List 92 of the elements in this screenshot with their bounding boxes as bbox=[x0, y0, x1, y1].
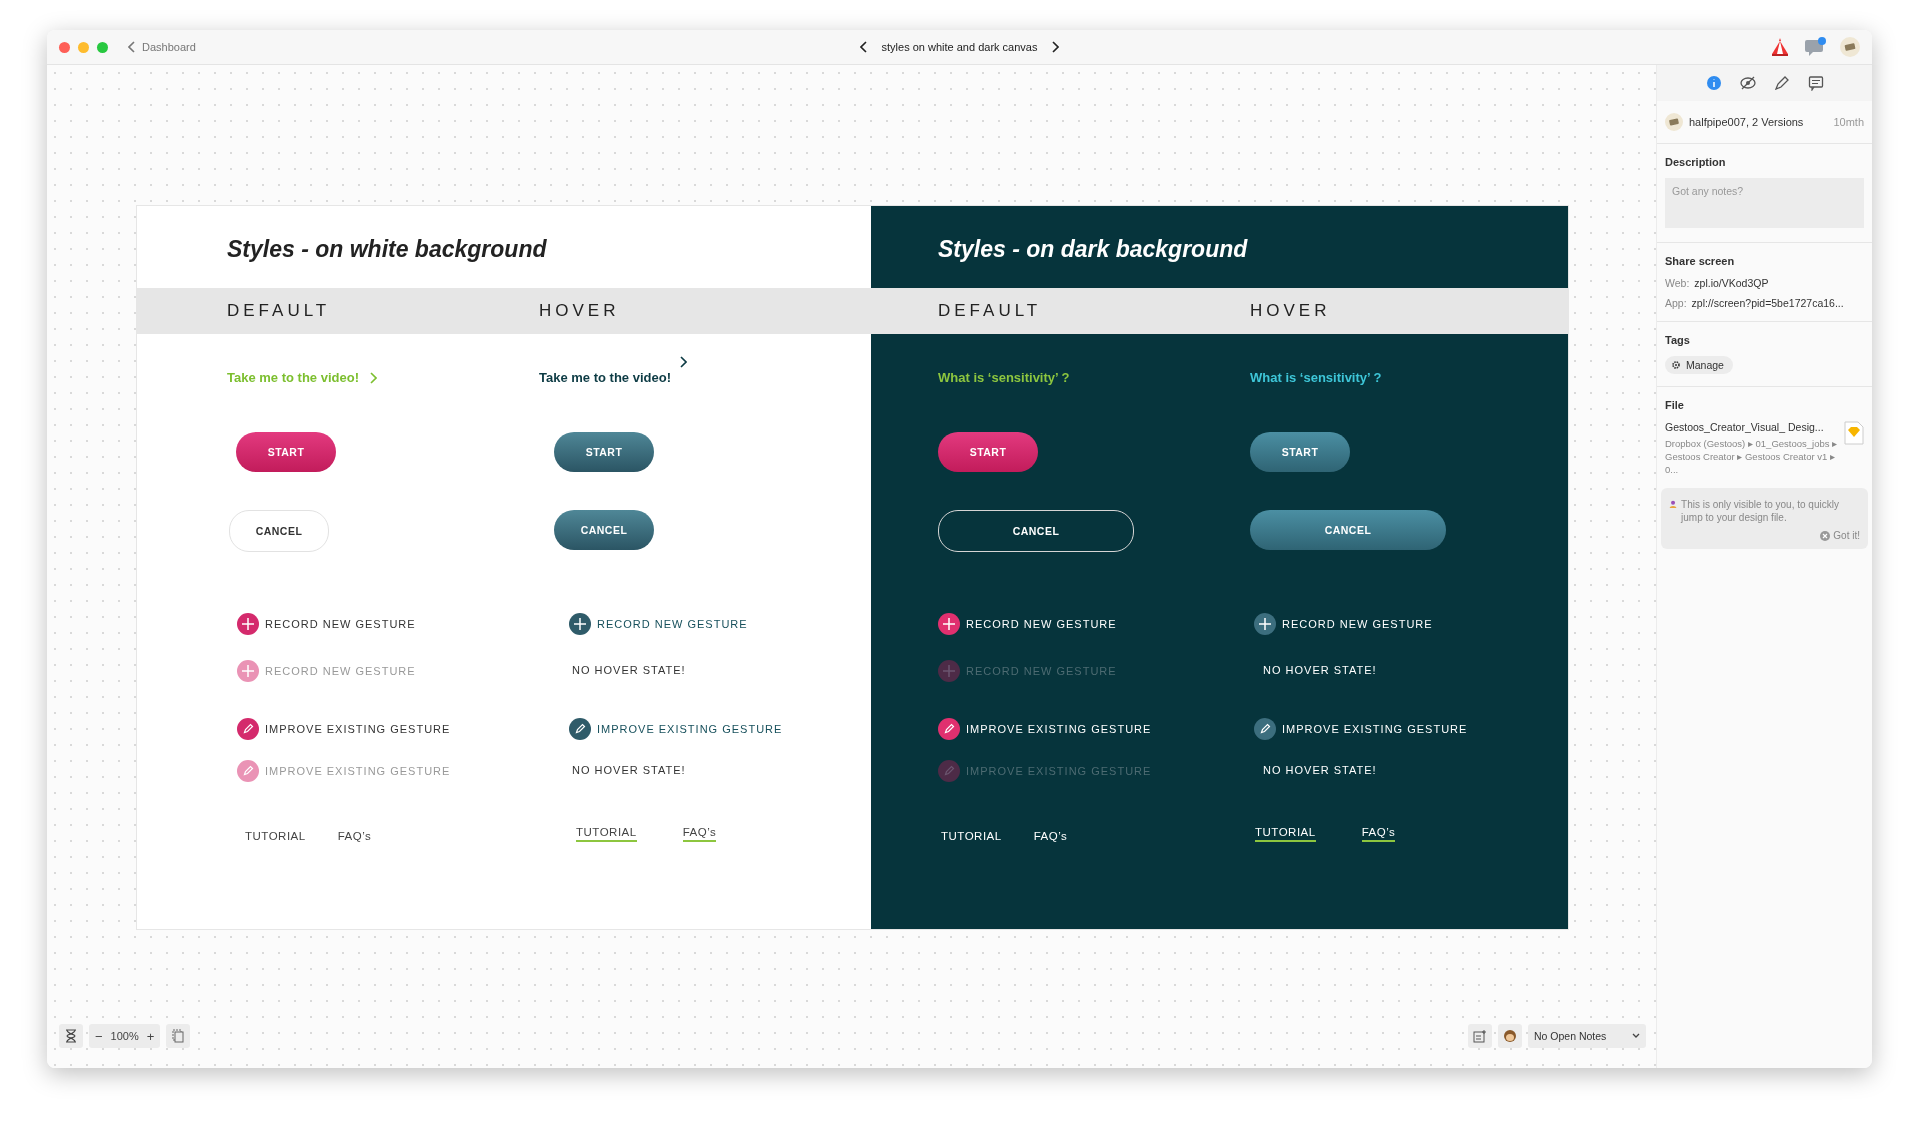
file-path: Dropbox (Gestoos) ▸ 01_Gestoos_jobs ▸ Gestoos Creator ▸ Gestoos Creator v1 ▸ 0... bbox=[1665, 437, 1838, 476]
copy-button[interactable] bbox=[166, 1024, 191, 1048]
plus-circle-icon bbox=[237, 613, 259, 635]
file-name[interactable]: Gestoos_Creator_Visual_ Desig... bbox=[1665, 421, 1838, 433]
back-chevron-icon[interactable] bbox=[128, 41, 136, 53]
text-link[interactable]: Take me to the video! bbox=[539, 370, 671, 385]
column-heading: HOVER bbox=[1250, 301, 1332, 321]
add-note-button[interactable] bbox=[1468, 1024, 1492, 1048]
nav-link[interactable]: TUTORIAL bbox=[1255, 826, 1316, 842]
pencil-circle-icon bbox=[569, 718, 591, 740]
pencil-circle-icon bbox=[938, 760, 960, 782]
column-heading: DEFAULT bbox=[227, 301, 332, 321]
section-label: Share screen bbox=[1665, 255, 1736, 267]
pencil-circle-icon bbox=[237, 718, 259, 740]
artboard-title: Styles - on dark background bbox=[938, 235, 1248, 263]
cancel-button[interactable]: CANCEL bbox=[554, 510, 654, 550]
action-label[interactable]: RECORD NEW GESTURE bbox=[966, 618, 1117, 630]
action-label[interactable]: IMPROVE EXISTING GESTURE bbox=[1282, 723, 1468, 735]
plus-circle-icon bbox=[1254, 613, 1276, 635]
notice-text: This is only visible to you, to quickly jump to your design file. bbox=[1681, 498, 1840, 524]
note-text: NO HOVER STATE! bbox=[1262, 663, 1378, 676]
note-text: NO HOVER STATE! bbox=[571, 663, 687, 676]
notes-field[interactable]: Got any notes? bbox=[1665, 178, 1864, 228]
pencil-circle-icon bbox=[1254, 718, 1276, 740]
text-link[interactable]: What is ‘sensitivity’ ? bbox=[1250, 370, 1382, 385]
zoom-button[interactable] bbox=[97, 41, 108, 53]
start-button[interactable]: START bbox=[554, 432, 654, 472]
plus-circle-icon bbox=[569, 613, 591, 635]
gear-icon bbox=[1671, 360, 1681, 370]
plus-circle-icon bbox=[938, 613, 960, 635]
avatar-icon bbox=[1665, 113, 1683, 131]
chat-avatar-icon[interactable] bbox=[1804, 36, 1826, 58]
share-label: App: bbox=[1665, 297, 1687, 309]
column-heading: HOVER bbox=[539, 301, 621, 321]
pencil-circle-icon bbox=[938, 718, 960, 740]
artboard-title: Styles - on white background bbox=[227, 235, 547, 263]
monkey-avatar-button[interactable] bbox=[1498, 1024, 1522, 1048]
action-label[interactable]: RECORD NEW GESTURE bbox=[1282, 618, 1433, 630]
pencil-circle-icon bbox=[237, 760, 259, 782]
nav-link[interactable]: TUTORIAL bbox=[941, 830, 1002, 844]
window-title: styles on white and dark canvas bbox=[881, 41, 1038, 53]
action-label[interactable]: RECORD NEW GESTURE bbox=[597, 618, 748, 630]
section-label: Tags bbox=[1665, 334, 1691, 346]
caret-icon bbox=[1632, 1033, 1640, 1039]
plus-circle-icon bbox=[938, 660, 960, 682]
cancel-button[interactable]: CANCEL bbox=[938, 510, 1134, 552]
cancel-button[interactable]: CANCEL bbox=[229, 510, 329, 552]
share-link[interactable]: zpl.io/VKod3QP bbox=[1694, 277, 1769, 289]
action-label[interactable]: IMPROVE EXISTING GESTURE bbox=[265, 723, 451, 735]
next-screen-icon[interactable] bbox=[1051, 41, 1060, 53]
action-label[interactable]: RECORD NEW GESTURE bbox=[265, 618, 416, 630]
add-note-icon bbox=[1473, 1029, 1487, 1043]
share-link[interactable]: zpl://screen?pid=5be1727ca16... bbox=[1691, 297, 1844, 309]
zoom-in-button[interactable]: + bbox=[144, 1028, 157, 1044]
plus-circle-icon bbox=[237, 660, 259, 682]
chevron-right-icon[interactable] bbox=[678, 356, 687, 368]
hourglass-button[interactable] bbox=[59, 1024, 83, 1048]
avatar-icon[interactable] bbox=[1840, 37, 1860, 57]
nav-link[interactable]: FAQ’s bbox=[682, 826, 717, 842]
manage-tags-button[interactable]: Manage bbox=[1665, 356, 1733, 374]
zoom-level: 100% bbox=[110, 1030, 139, 1042]
section-label: File bbox=[1665, 399, 1685, 411]
tent-icon[interactable] bbox=[1770, 37, 1790, 57]
zoom-out-button[interactable]: − bbox=[93, 1028, 105, 1044]
close-circle-icon[interactable] bbox=[1820, 530, 1831, 541]
nav-link[interactable]: FAQ’s bbox=[337, 830, 372, 844]
nav-link[interactable]: TUTORIAL bbox=[576, 826, 637, 842]
text-link[interactable]: What is ‘sensitivity’ ? bbox=[938, 370, 1070, 385]
action-label[interactable]: IMPROVE EXISTING GESTURE bbox=[597, 723, 783, 735]
back-link[interactable]: Dashboard bbox=[142, 41, 196, 53]
section-label: Description bbox=[1665, 156, 1727, 168]
notes-dropdown[interactable]: No Open Notes bbox=[1528, 1024, 1646, 1048]
nav-link[interactable]: FAQ’s bbox=[1033, 830, 1068, 844]
person-icon bbox=[1669, 498, 1678, 510]
column-heading: DEFAULT bbox=[938, 301, 1043, 321]
note-text: NO HOVER STATE! bbox=[571, 763, 687, 776]
monkey-icon bbox=[1503, 1029, 1517, 1043]
action-label[interactable]: IMPROVE EXISTING GESTURE bbox=[966, 723, 1152, 735]
cancel-button[interactable]: CANCEL bbox=[1250, 510, 1446, 550]
version-info[interactable]: halfpipe007, 2 Versions bbox=[1689, 116, 1804, 128]
hourglass-icon bbox=[65, 1029, 77, 1043]
nav-link[interactable]: TUTORIAL bbox=[245, 830, 306, 844]
close-button[interactable] bbox=[59, 41, 70, 53]
start-button[interactable]: START bbox=[236, 432, 336, 472]
start-button[interactable]: START bbox=[1250, 432, 1350, 472]
copy-icon bbox=[172, 1029, 185, 1043]
previous-screen-icon[interactable] bbox=[859, 41, 868, 53]
share-label: Web: bbox=[1665, 277, 1690, 289]
note-text: NO HOVER STATE! bbox=[1262, 763, 1378, 776]
nav-link[interactable]: FAQ’s bbox=[1361, 826, 1396, 842]
version-age: 10mth bbox=[1833, 116, 1864, 128]
start-button[interactable]: START bbox=[938, 432, 1038, 472]
